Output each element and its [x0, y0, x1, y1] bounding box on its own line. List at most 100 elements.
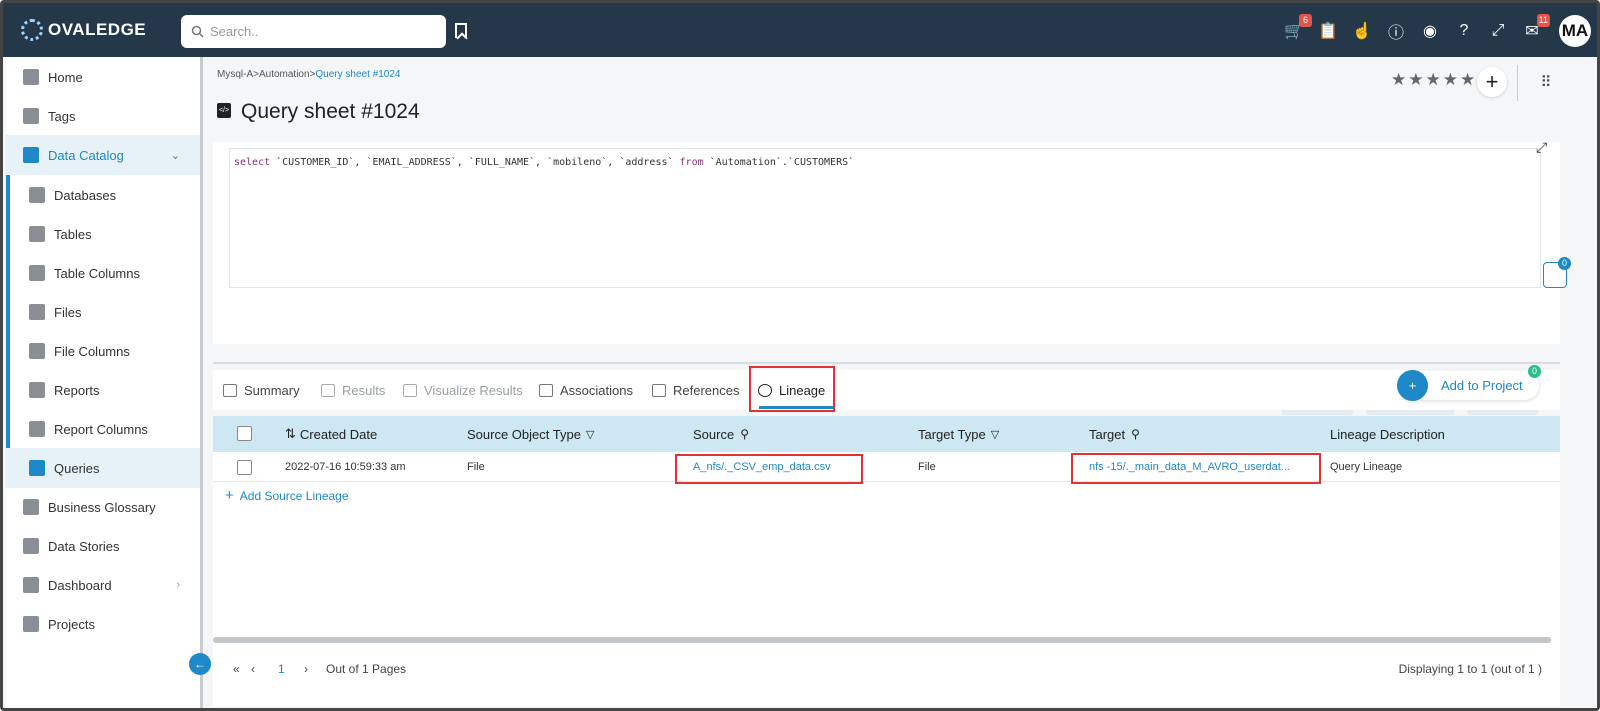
table-icon: [29, 226, 45, 242]
help-icon[interactable]: ?: [1453, 20, 1475, 42]
tab-associations[interactable]: Associations: [539, 370, 633, 410]
expand-icon[interactable]: ⤢: [1487, 20, 1509, 42]
header-created-date[interactable]: ⇅ Created Date: [285, 416, 377, 452]
chrome-icon[interactable]: ◉: [1419, 20, 1441, 42]
highlight-source: [675, 454, 863, 484]
header-source[interactable]: Source ⚲: [693, 416, 749, 452]
sidebar-item-queries[interactable]: Queries: [6, 448, 200, 488]
page-number[interactable]: 1: [278, 662, 285, 676]
book-icon: [23, 538, 39, 554]
breadcrumb-part-2[interactable]: Automation: [259, 69, 310, 80]
breadcrumb-current: Query sheet #1024: [315, 69, 401, 80]
sidebar-item-tables[interactable]: Tables: [6, 214, 200, 254]
apps-grid-icon[interactable]: ⠿: [1533, 69, 1559, 95]
logo-icon: [21, 19, 43, 41]
sidebar-item-files[interactable]: Files: [6, 292, 200, 332]
cart-badge: 6: [1299, 14, 1312, 27]
add-to-project-button[interactable]: + Add to Project 0: [1397, 365, 1541, 401]
search-icon[interactable]: ⚲: [1131, 427, 1140, 441]
comments-icon[interactable]: 0: [1543, 257, 1571, 288]
first-page-icon[interactable]: «: [233, 662, 240, 676]
displaying-status: Displaying 1 to 1 (out of 1 ): [1398, 662, 1542, 676]
table-row: 2022-07-16 10:59:33 am File A_nfs/._CSV_…: [213, 452, 1560, 482]
summary-icon: [223, 383, 237, 397]
breadcrumb-part-1[interactable]: Mysql-A: [217, 69, 253, 80]
top-icons: 🛒 6 📋 ☝ ⓘ ◉ ? ⤢ ✉ 11 MA: [1283, 14, 1591, 47]
sidebar-item-tags[interactable]: Tags: [6, 96, 200, 136]
sql-editor[interactable]: select `CUSTOMER_ID`, `EMAIL_ADDRESS`, `…: [229, 148, 1541, 288]
report-icon: [29, 382, 45, 398]
tab-bar: Summary Results Visualize Results Associ…: [213, 370, 1560, 410]
add-project-icon: +: [1397, 370, 1428, 401]
sidebar-item-dashboard[interactable]: Dashboard ›: [6, 565, 200, 605]
hand-icon[interactable]: ☝: [1351, 20, 1373, 42]
logo[interactable]: OVALEDGE: [21, 19, 146, 41]
top-bar: OVALEDGE 🛒6 📋 ☝ ⓘ ◉ ? ⤢ ✉11 MA: [3, 3, 1597, 57]
home-icon: [23, 69, 39, 85]
comments-badge: 0: [1558, 257, 1571, 270]
info-icon[interactable]: ⓘ: [1385, 20, 1407, 42]
chevron-down-icon: ⌄: [170, 149, 180, 162]
prev-page-icon[interactable]: ‹: [251, 662, 255, 676]
resize-divider[interactable]: [213, 362, 1560, 364]
add-button[interactable]: +: [1477, 67, 1507, 97]
chevron-right-icon: ›: [176, 579, 180, 591]
sidebar-item-home[interactable]: Home: [6, 57, 200, 97]
sidebar-item-business-glossary[interactable]: Business Glossary: [6, 487, 200, 527]
row-checkbox[interactable]: [237, 460, 252, 475]
table-header: ⇅ Created Date Source Object Type ▽ Source…: [213, 416, 1560, 452]
tag-icon: [23, 108, 39, 124]
sidebar-item-databases[interactable]: Databases: [6, 175, 200, 215]
select-all-checkbox[interactable]: [237, 426, 252, 441]
logo-text: OVALEDGE: [48, 20, 147, 39]
sidebar-item-table-columns[interactable]: Table Columns: [6, 253, 200, 293]
sidebar-item-report-columns[interactable]: Report Columns: [6, 409, 200, 449]
avatar[interactable]: MA: [1559, 15, 1591, 47]
collapse-sidebar-button[interactable]: ←: [189, 653, 211, 675]
search-input[interactable]: [210, 24, 420, 39]
sort-icon: ⇅: [285, 426, 296, 441]
tab-summary[interactable]: Summary: [223, 370, 300, 410]
tab-visualize-results[interactable]: Visualize Results: [403, 370, 523, 410]
catalog-icon: [23, 147, 39, 163]
bookmark-icon[interactable]: [455, 23, 467, 38]
sidebar-item-projects[interactable]: Projects: [6, 604, 200, 644]
query-editor-card: select `CUSTOMER_ID`, `EMAIL_ADDRESS`, `…: [213, 142, 1560, 415]
add-source-lineage-link[interactable]: + Add Source Lineage: [225, 487, 349, 504]
divider: [1517, 65, 1518, 101]
sidebar-item-reports[interactable]: Reports: [6, 370, 200, 410]
search-icon[interactable]: ⚲: [740, 427, 749, 441]
associations-icon: [539, 383, 553, 397]
fullscreen-icon[interactable]: ⤢: [1536, 139, 1547, 156]
clipboard-icon[interactable]: 📋: [1317, 20, 1339, 42]
plus-icon: +: [225, 487, 234, 504]
highlight-target: [1071, 453, 1321, 484]
filter-icon[interactable]: ▽: [586, 428, 594, 441]
header-target-type[interactable]: Target Type ▽: [918, 416, 999, 452]
project-count-badge: 0: [1528, 365, 1541, 378]
header-source-object-type[interactable]: Source Object Type ▽: [467, 416, 594, 452]
horizontal-scrollbar[interactable]: [213, 637, 1551, 643]
filter-icon[interactable]: ▽: [991, 428, 999, 441]
sidebar-item-data-catalog[interactable]: Data Catalog ⌄: [6, 135, 200, 175]
main-content: Mysql-A>Automation>Query sheet #1024 ★★★…: [203, 57, 1597, 708]
tab-references[interactable]: References: [652, 370, 739, 410]
sidebar-item-data-stories[interactable]: Data Stories: [6, 526, 200, 566]
lineage-table: ⇅ Created Date Source Object Type ▽ Source…: [213, 416, 1560, 706]
cart-icon[interactable]: 🛒 6: [1283, 14, 1312, 42]
header-target[interactable]: Target ⚲: [1089, 416, 1140, 452]
report-columns-icon: [29, 421, 45, 437]
tab-results[interactable]: Results: [321, 370, 385, 410]
search-icon: [191, 25, 204, 38]
file-icon: [29, 304, 45, 320]
sidebar-item-file-columns[interactable]: File Columns: [6, 331, 200, 371]
table-columns-icon: [29, 265, 45, 281]
breadcrumb: Mysql-A>Automation>Query sheet #1024: [217, 69, 401, 80]
app-window: OVALEDGE 🛒6 📋 ☝ ⓘ ◉ ? ⤢ ✉11 MA Home Tags…: [0, 0, 1600, 711]
rating-stars[interactable]: ★★★★★: [1391, 70, 1477, 90]
next-page-icon[interactable]: ›: [304, 662, 308, 676]
cell-source-type: File: [467, 461, 485, 473]
inbox-icon[interactable]: ✉ 11: [1521, 14, 1550, 42]
results-icon: [321, 383, 335, 397]
query-icon: [29, 460, 45, 476]
